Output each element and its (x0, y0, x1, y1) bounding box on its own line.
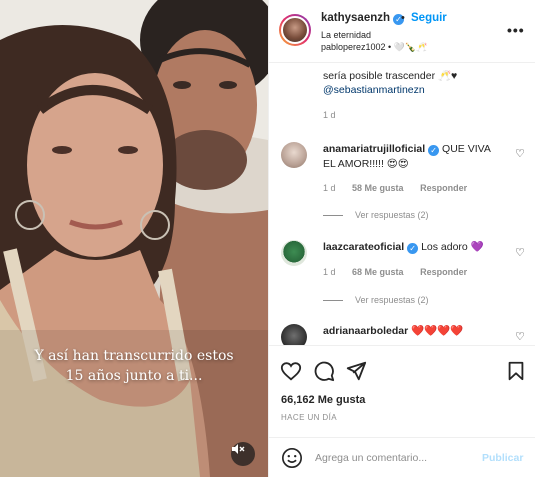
view-replies-button[interactable]: Ver respuestas (2) (323, 210, 429, 220)
caption-mention[interactable]: @sebastianmartinezn (323, 84, 425, 96)
caption-tail: sería posible trascender 🥂♥ (323, 70, 458, 82)
post-header: kathysaenzh ✓ • Seguir La eternidad pablo… (269, 0, 535, 63)
post-actions: 66,162 Me gusta HACE UN DÍA (269, 345, 535, 437)
emoji-smiley-icon[interactable] (281, 447, 303, 469)
replies-divider (323, 300, 343, 302)
post-media[interactable]: Y así han transcurrido estos 15 años jun… (0, 0, 268, 477)
comment-input[interactable] (315, 452, 485, 464)
view-replies-label[interactable]: Ver respuestas (2) (355, 210, 429, 220)
like-comment-heart-icon[interactable]: ♡ (515, 147, 525, 160)
likes-count[interactable]: 66,162 Me gusta (281, 394, 365, 406)
reply-button[interactable]: Responder (420, 267, 467, 277)
author-username-text[interactable]: kathysaenzh (321, 12, 390, 24)
commenter-avatar[interactable] (281, 240, 307, 266)
song-title[interactable]: La eternidad (321, 30, 371, 40)
comment-meta: 1 d 68 Me gusta Responder (323, 267, 481, 277)
comment-composer: Publicar (269, 437, 535, 477)
post-time: HACE UN DÍA (281, 413, 337, 422)
comment-meta: 1 d 58 Me gusta Responder (323, 183, 481, 193)
save-bookmark-icon[interactable] (505, 360, 527, 382)
commenter-username[interactable]: adrianaarboledar (323, 325, 408, 337)
caption-line-2: 15 años junto a ti... (65, 368, 203, 384)
photo-illustration (0, 0, 268, 477)
like-comment-heart-icon[interactable]: ♡ (515, 330, 525, 343)
follow-button[interactable]: Seguir (411, 12, 447, 24)
caption-line-1: Y así han transcurrido estos (34, 348, 234, 364)
verified-badge-icon: ✓ (407, 243, 419, 254)
post-sidebar: kathysaenzh ✓ • Seguir La eternidad pablo… (268, 0, 535, 477)
comment-text-block: adrianaarboledar ❤️❤️❤️❤️ (323, 324, 503, 339)
comment-bubble-icon[interactable] (313, 360, 335, 382)
comment-time: 1 d (323, 183, 336, 193)
like-comment-heart-icon[interactable]: ♡ (515, 246, 525, 259)
commenter-username[interactable]: laazcarateoficial (323, 241, 404, 253)
view-replies-button[interactable]: Ver respuestas (2) (323, 295, 429, 305)
commenter-username[interactable]: anamariatrujilloficial (323, 143, 425, 155)
comment-time: 1 d (323, 267, 336, 277)
author-username[interactable]: kathysaenzh ✓ (321, 12, 405, 25)
commenter-avatar[interactable] (281, 142, 307, 168)
more-options-icon[interactable]: ••• (507, 22, 525, 38)
publish-button[interactable]: Publicar (482, 452, 523, 464)
speaker-muted-icon (232, 444, 245, 454)
verified-badge-icon: ✓ (428, 145, 440, 156)
header-separator: • (401, 12, 405, 24)
reply-button[interactable]: Responder (420, 183, 467, 193)
commenter-avatar[interactable] (281, 324, 307, 345)
comment-text-block: laazcarateoficial ✓ Los adoro 💜 (323, 240, 503, 255)
comment-body: ❤️❤️❤️❤️ (411, 325, 464, 337)
view-replies-label[interactable]: Ver respuestas (2) (355, 295, 429, 305)
share-send-icon[interactable] (345, 360, 367, 382)
comments-list[interactable]: sería posible trascender 🥂♥ @sebastianma… (269, 63, 535, 345)
audio-info[interactable]: pabloperez1002 • 🤍🍾🥂 (321, 42, 427, 53)
comment-likes[interactable]: 68 Me gusta (352, 267, 404, 277)
replies-divider (323, 215, 343, 217)
comment-text-block: anamariatrujilloficial ✓ QUE VIVA EL AMOR… (323, 142, 503, 172)
caption-time-text: 1 d (323, 110, 336, 120)
author-avatar[interactable] (279, 14, 311, 46)
like-heart-icon[interactable] (280, 360, 302, 382)
caption-time: 1 d (323, 110, 350, 120)
comment-body: Los adoro 💜 (421, 241, 484, 253)
story-caption: Y así han transcurrido estos 15 años jun… (0, 346, 268, 386)
mute-button[interactable] (231, 442, 255, 466)
comment-likes[interactable]: 58 Me gusta (352, 183, 404, 193)
